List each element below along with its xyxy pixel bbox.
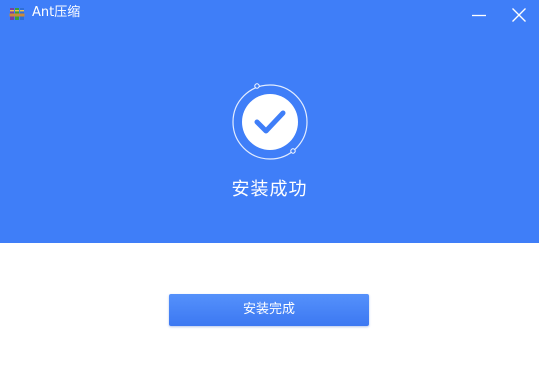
check-circle-icon — [232, 83, 308, 160]
installer-window: Ant压缩 安装成功 安装完成 — [0, 0, 539, 392]
close-icon — [512, 8, 526, 22]
header-panel: Ant压缩 安装成功 — [0, 0, 539, 243]
title-bar[interactable]: Ant压缩 — [0, 0, 539, 30]
close-button[interactable] — [499, 0, 539, 30]
finish-install-button[interactable]: 安装完成 — [169, 294, 369, 326]
window-title: Ant压缩 — [32, 5, 81, 20]
minimize-icon — [472, 14, 486, 17]
minimize-button[interactable] — [459, 0, 499, 30]
archive-books-icon — [9, 8, 25, 20]
status-message: 安装成功 — [231, 179, 308, 200]
